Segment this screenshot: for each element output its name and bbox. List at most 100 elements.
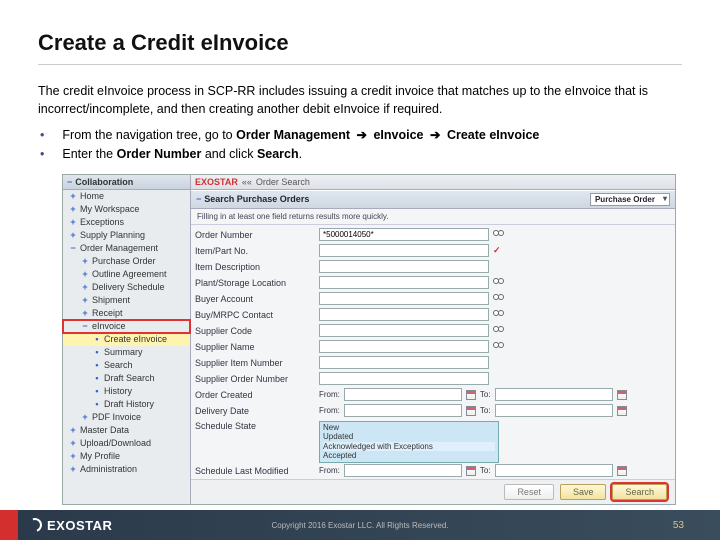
expand-icon[interactable]: + bbox=[69, 191, 77, 201]
expand-icon[interactable]: + bbox=[69, 438, 77, 448]
expand-icon[interactable]: + bbox=[81, 412, 89, 422]
sidebar-item-supply-planning[interactable]: +Supply Planning bbox=[63, 229, 190, 242]
reset-button[interactable]: Reset bbox=[504, 484, 554, 500]
expand-icon[interactable]: + bbox=[69, 451, 77, 461]
supp-item-input[interactable] bbox=[319, 356, 489, 369]
contact-input[interactable] bbox=[319, 308, 489, 321]
search-button[interactable]: Search bbox=[612, 484, 667, 500]
order-type-select[interactable]: Purchase Order bbox=[590, 193, 670, 206]
sidebar-item-pdf-invoice[interactable]: +PDF Invoice bbox=[63, 411, 190, 424]
expand-icon[interactable]: + bbox=[81, 295, 89, 305]
expand-icon[interactable]: + bbox=[81, 308, 89, 318]
sidebar-item-administration[interactable]: +Administration bbox=[63, 463, 190, 476]
item-desc-input[interactable] bbox=[319, 260, 489, 273]
sidebar-item-purchase-order[interactable]: +Purchase Order bbox=[63, 255, 190, 268]
bullet-icon[interactable]: • bbox=[93, 373, 101, 383]
created-from-input[interactable] bbox=[344, 388, 462, 401]
save-button[interactable]: Save bbox=[560, 484, 607, 500]
sidebar-item-master-data[interactable]: +Master Data bbox=[63, 424, 190, 437]
label-item-part: Item/Part No. bbox=[195, 246, 315, 256]
expand-icon[interactable]: + bbox=[81, 269, 89, 279]
sidebar-item-label: Outline Agreement bbox=[92, 269, 167, 279]
section-header: −Search Purchase Orders Purchase Order bbox=[191, 190, 675, 209]
sidebar-item-my-profile[interactable]: +My Profile bbox=[63, 450, 190, 463]
copyright-text: Copyright 2016 Exostar LLC. All Rights R… bbox=[272, 521, 449, 530]
sidebar-item-label: PDF Invoice bbox=[92, 412, 141, 422]
lookup-icon[interactable] bbox=[493, 326, 505, 336]
sidebar-item-label: eInvoice bbox=[92, 321, 126, 331]
bullet-icon[interactable]: • bbox=[93, 334, 101, 344]
tab-order-search[interactable]: Order Search bbox=[256, 177, 310, 187]
bullet-2: Enter the Order Number and click Search. bbox=[38, 145, 682, 164]
app-screenshot: − Collaboration +Home+My Workspace+Excep… bbox=[62, 174, 676, 505]
calendar-icon[interactable] bbox=[466, 466, 476, 476]
sidebar-item-draft-search[interactable]: •Draft Search bbox=[63, 372, 190, 385]
bullet-icon[interactable]: • bbox=[93, 360, 101, 370]
button-bar: Reset Save Search bbox=[191, 479, 675, 504]
sidebar-item-label: Search bbox=[104, 360, 133, 370]
state-option[interactable]: New bbox=[323, 423, 495, 433]
collapse-icon[interactable]: − bbox=[69, 243, 77, 253]
lookup-icon[interactable] bbox=[493, 342, 505, 352]
lastmod-from-input[interactable] bbox=[344, 464, 462, 477]
lookup-icon[interactable] bbox=[493, 230, 505, 240]
expand-icon[interactable]: + bbox=[69, 425, 77, 435]
calendar-icon[interactable] bbox=[617, 466, 627, 476]
sidebar-item-upload-download[interactable]: +Upload/Download bbox=[63, 437, 190, 450]
sidebar-item-einvoice[interactable]: −eInvoice bbox=[63, 320, 190, 333]
label-item-desc: Item Description bbox=[195, 262, 315, 272]
validate-icon[interactable]: ✓ bbox=[493, 245, 501, 256]
lookup-icon[interactable] bbox=[493, 310, 505, 320]
sidebar-item-my-workspace[interactable]: +My Workspace bbox=[63, 203, 190, 216]
delivery-from-input[interactable] bbox=[344, 404, 462, 417]
intro-text: The credit eInvoice process in SCP-RR in… bbox=[38, 83, 682, 118]
bullet-icon[interactable]: • bbox=[93, 386, 101, 396]
expand-icon[interactable]: + bbox=[69, 230, 77, 240]
calendar-icon[interactable] bbox=[466, 406, 476, 416]
lastmod-to-input[interactable] bbox=[495, 464, 613, 477]
state-option[interactable]: Acknowledged with Exceptions bbox=[323, 442, 495, 452]
state-option[interactable]: Accepted bbox=[323, 451, 495, 461]
expand-icon[interactable]: + bbox=[81, 256, 89, 266]
collapse-icon[interactable]: − bbox=[81, 321, 89, 331]
sidebar-item-delivery-schedule[interactable]: +Delivery Schedule bbox=[63, 281, 190, 294]
sidebar-item-order-management[interactable]: −Order Management bbox=[63, 242, 190, 255]
supp-code-input[interactable] bbox=[319, 324, 489, 337]
state-option[interactable]: Updated bbox=[323, 432, 495, 442]
plant-input[interactable] bbox=[319, 276, 489, 289]
buyer-input[interactable] bbox=[319, 292, 489, 305]
sidebar-item-shipment[interactable]: +Shipment bbox=[63, 294, 190, 307]
expand-icon[interactable]: + bbox=[69, 464, 77, 474]
sidebar-item-exceptions[interactable]: +Exceptions bbox=[63, 216, 190, 229]
item-part-input[interactable] bbox=[319, 244, 489, 257]
sidebar-item-history[interactable]: •History bbox=[63, 385, 190, 398]
sidebar-item-receipt[interactable]: +Receipt bbox=[63, 307, 190, 320]
created-to-input[interactable] bbox=[495, 388, 613, 401]
bullet-1: From the navigation tree, go to Order Ma… bbox=[38, 126, 682, 145]
schedule-state-select[interactable]: NewUpdatedAcknowledged with ExceptionsAc… bbox=[319, 421, 499, 463]
sidebar-item-search[interactable]: •Search bbox=[63, 359, 190, 372]
bullet-icon[interactable]: • bbox=[93, 399, 101, 409]
calendar-icon[interactable] bbox=[617, 390, 627, 400]
sidebar-item-outline-agreement[interactable]: +Outline Agreement bbox=[63, 268, 190, 281]
expand-icon[interactable]: + bbox=[81, 282, 89, 292]
order-number-input[interactable] bbox=[319, 228, 489, 241]
calendar-icon[interactable] bbox=[617, 406, 627, 416]
bullet-icon[interactable]: • bbox=[93, 347, 101, 357]
lookup-icon[interactable] bbox=[493, 278, 505, 288]
sidebar-item-create-einvoice[interactable]: •Create eInvoice bbox=[63, 333, 190, 346]
supp-order-input[interactable] bbox=[319, 372, 489, 385]
calendar-icon[interactable] bbox=[466, 390, 476, 400]
expand-icon[interactable]: + bbox=[69, 217, 77, 227]
back-icon[interactable]: «« bbox=[242, 177, 252, 187]
expand-icon[interactable]: + bbox=[69, 204, 77, 214]
sidebar-item-label: My Profile bbox=[80, 451, 120, 461]
sidebar-item-draft-history[interactable]: •Draft History bbox=[63, 398, 190, 411]
sidebar-item-summary[interactable]: •Summary bbox=[63, 346, 190, 359]
nav-header[interactable]: − Collaboration bbox=[63, 175, 190, 190]
delivery-to-input[interactable] bbox=[495, 404, 613, 417]
lookup-icon[interactable] bbox=[493, 294, 505, 304]
sidebar-item-label: Home bbox=[80, 191, 104, 201]
supp-name-input[interactable] bbox=[319, 340, 489, 353]
sidebar-item-home[interactable]: +Home bbox=[63, 190, 190, 203]
